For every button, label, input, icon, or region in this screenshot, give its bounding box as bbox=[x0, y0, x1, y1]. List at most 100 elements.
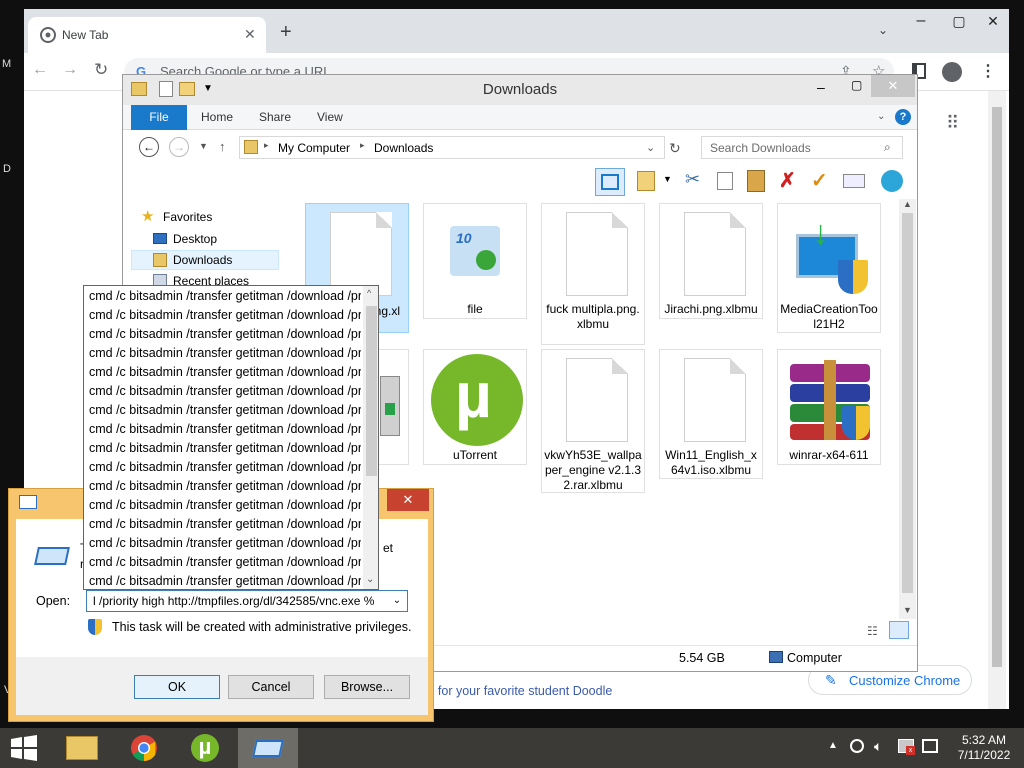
tab-new-tab[interactable]: New Tab ✕ bbox=[28, 17, 266, 53]
cancel-button[interactable]: Cancel bbox=[228, 675, 314, 699]
autocomplete-item[interactable]: cmd /c bitsadmin /transfer getitman /dow… bbox=[89, 327, 361, 346]
show-hidden-icons-chevron[interactable]: ▲ bbox=[828, 740, 838, 751]
tab-close-icon[interactable]: ✕ bbox=[244, 26, 256, 43]
tab-file[interactable]: File bbox=[131, 105, 187, 130]
globe-icon[interactable] bbox=[881, 170, 903, 192]
copy-icon[interactable] bbox=[717, 172, 733, 190]
autocomplete-item[interactable]: cmd /c bitsadmin /transfer getitman /dow… bbox=[89, 346, 361, 365]
forward-arrow-icon[interactable]: → bbox=[62, 61, 78, 79]
maximize-button[interactable]: ▢ bbox=[942, 9, 976, 33]
explorer-titlebar[interactable]: ▼ Downloads – ▢ ✕ bbox=[123, 75, 917, 105]
up-arrow-icon[interactable]: ↑ bbox=[219, 139, 226, 154]
address-bar[interactable]: ▸ My Computer ▸ Downloads ⌄ bbox=[239, 136, 665, 159]
breadcrumb-downloads[interactable]: Downloads bbox=[374, 141, 433, 155]
tab-search-chevron-icon[interactable]: ⌄ bbox=[878, 23, 888, 37]
ribbon-expand-icon[interactable]: ⌄ bbox=[877, 111, 885, 122]
details-view-icon[interactable]: ☷ bbox=[867, 624, 878, 638]
explorer-scrollbar-thumb[interactable] bbox=[902, 213, 913, 593]
scroll-down-icon[interactable]: ▼ bbox=[903, 605, 912, 615]
network-icon[interactable] bbox=[922, 739, 938, 753]
start-button[interactable] bbox=[0, 728, 48, 768]
paste-icon[interactable] bbox=[747, 170, 765, 192]
nav-favorites[interactable]: ★ Favorites bbox=[131, 207, 287, 227]
file-item[interactable]: ↓ MediaCreationTool21H2 bbox=[777, 203, 881, 333]
autocomplete-item[interactable]: cmd /c bitsadmin /transfer getitman /dow… bbox=[89, 517, 361, 536]
tab-home[interactable]: Home bbox=[201, 110, 233, 124]
explorer-minimize-button[interactable]: – bbox=[817, 79, 825, 95]
forward-button-icon[interactable]: → bbox=[169, 137, 189, 157]
autocomplete-scrollbar-thumb[interactable] bbox=[366, 306, 377, 476]
recent-locations-icon[interactable]: ▼ bbox=[199, 141, 208, 151]
select-check-icon[interactable]: ✓ bbox=[811, 168, 828, 193]
autocomplete-item[interactable]: cmd /c bitsadmin /transfer getitman /dow… bbox=[89, 574, 361, 589]
file-item[interactable]: fuck multipla.png.xlbmu bbox=[541, 203, 645, 345]
close-button[interactable]: ✕ bbox=[976, 9, 1010, 33]
google-apps-icon[interactable]: ⠿ bbox=[946, 113, 959, 134]
delete-icon[interactable]: ✗ bbox=[779, 168, 796, 193]
autocomplete-scrollbar[interactable]: ^ ⌄ bbox=[363, 286, 378, 589]
back-arrow-icon[interactable]: ← bbox=[32, 61, 48, 79]
autocomplete-item[interactable]: cmd /c bitsadmin /transfer getitman /dow… bbox=[89, 555, 361, 574]
run-close-button[interactable]: ✕ bbox=[387, 489, 429, 511]
action-center-icon[interactable]: x bbox=[898, 739, 915, 755]
refresh-icon[interactable]: ↻ bbox=[669, 140, 681, 157]
explorer-scrollbar[interactable]: ▲ ▼ bbox=[899, 199, 916, 619]
large-icons-view-icon[interactable] bbox=[889, 621, 909, 639]
breadcrumb-my-computer[interactable]: My Computer bbox=[278, 141, 350, 155]
scroll-down-icon[interactable]: ⌄ bbox=[366, 574, 374, 585]
scroll-up-icon[interactable]: ^ bbox=[367, 288, 371, 298]
address-dropdown-icon[interactable]: ⌄ bbox=[646, 141, 655, 154]
preview-pane-button[interactable] bbox=[595, 168, 625, 196]
autocomplete-item[interactable]: cmd /c bitsadmin /transfer getitman /dow… bbox=[89, 441, 361, 460]
chrome-menu-icon[interactable]: ⋮ bbox=[980, 61, 996, 81]
autocomplete-item[interactable]: cmd /c bitsadmin /transfer getitman /dow… bbox=[89, 384, 361, 403]
ok-button[interactable]: OK bbox=[134, 675, 220, 699]
profile-avatar-icon[interactable] bbox=[942, 62, 962, 82]
autocomplete-item[interactable]: cmd /c bitsadmin /transfer getitman /dow… bbox=[89, 289, 361, 308]
nav-downloads[interactable]: Downloads bbox=[131, 250, 279, 270]
new-folder-dropdown-icon[interactable]: ▼ bbox=[663, 174, 672, 184]
taskbar-file-explorer[interactable] bbox=[52, 728, 112, 768]
doodle-promo-text[interactable]: te for your favorite student Doodle bbox=[424, 684, 612, 698]
clock[interactable]: 5:32 AM 7/11/2022 bbox=[948, 733, 1020, 763]
taskbar-utorrent[interactable]: µ bbox=[176, 728, 236, 768]
file-item[interactable]: µ uTorrent bbox=[423, 349, 527, 465]
file-item[interactable]: 10 file bbox=[423, 203, 527, 319]
reload-icon[interactable]: ↻ bbox=[94, 60, 108, 80]
explorer-maximize-button[interactable]: ▢ bbox=[851, 78, 862, 92]
file-item[interactable]: vkwYh53E_wallpaper_engine v2.1.32.rar.xl… bbox=[541, 349, 645, 493]
autocomplete-item[interactable]: cmd /c bitsadmin /transfer getitman /dow… bbox=[89, 308, 361, 327]
autocomplete-item[interactable]: cmd /c bitsadmin /transfer getitman /dow… bbox=[89, 365, 361, 384]
new-tab-button[interactable]: + bbox=[280, 22, 292, 42]
file-item[interactable]: Jirachi.png.xlbmu bbox=[659, 203, 763, 319]
file-item[interactable]: winrar-x64-611 bbox=[777, 349, 881, 465]
browse-button[interactable]: Browse... bbox=[324, 675, 410, 699]
explorer-close-button[interactable]: ✕ bbox=[871, 75, 915, 97]
back-button-icon[interactable]: ← bbox=[139, 137, 159, 157]
autocomplete-item[interactable]: cmd /c bitsadmin /transfer getitman /dow… bbox=[89, 403, 361, 422]
volume-muted-icon[interactable]: 🔈︎ bbox=[874, 738, 882, 755]
file-item[interactable]: Win11_English_x64v1.iso.xlbmu bbox=[659, 349, 763, 479]
chrome-scrollbar[interactable] bbox=[988, 91, 1006, 709]
rename-icon[interactable] bbox=[843, 174, 865, 188]
autocomplete-item[interactable]: cmd /c bitsadmin /transfer getitman /dow… bbox=[89, 479, 361, 498]
cut-icon[interactable]: ✂ bbox=[685, 169, 700, 190]
autocomplete-item[interactable]: cmd /c bitsadmin /transfer getitman /dow… bbox=[89, 498, 361, 517]
help-icon[interactable]: ? bbox=[895, 109, 911, 125]
tab-view[interactable]: View bbox=[317, 110, 343, 124]
new-folder-icon[interactable] bbox=[637, 171, 655, 191]
autocomplete-item[interactable]: cmd /c bitsadmin /transfer getitman /dow… bbox=[89, 422, 361, 441]
minimize-button[interactable]: – bbox=[904, 9, 938, 33]
sync-icon[interactable] bbox=[850, 739, 864, 753]
taskbar-chrome[interactable] bbox=[114, 728, 174, 768]
chrome-scrollbar-thumb[interactable] bbox=[992, 107, 1002, 667]
autocomplete-item[interactable]: cmd /c bitsadmin /transfer getitman /dow… bbox=[89, 460, 361, 479]
open-command-combobox[interactable]: l /priority high http://tmpfiles.org/dl/… bbox=[86, 590, 408, 612]
combobox-dropdown-icon[interactable]: ⌄ bbox=[387, 591, 407, 611]
autocomplete-item[interactable]: cmd /c bitsadmin /transfer getitman /dow… bbox=[89, 536, 361, 555]
scroll-up-icon[interactable]: ▲ bbox=[903, 199, 912, 209]
search-downloads-input[interactable]: Search Downloads ⌕ bbox=[701, 136, 903, 159]
nav-desktop[interactable]: Desktop bbox=[131, 229, 287, 249]
taskbar-run[interactable] bbox=[238, 728, 298, 768]
tab-share[interactable]: Share bbox=[259, 110, 291, 124]
